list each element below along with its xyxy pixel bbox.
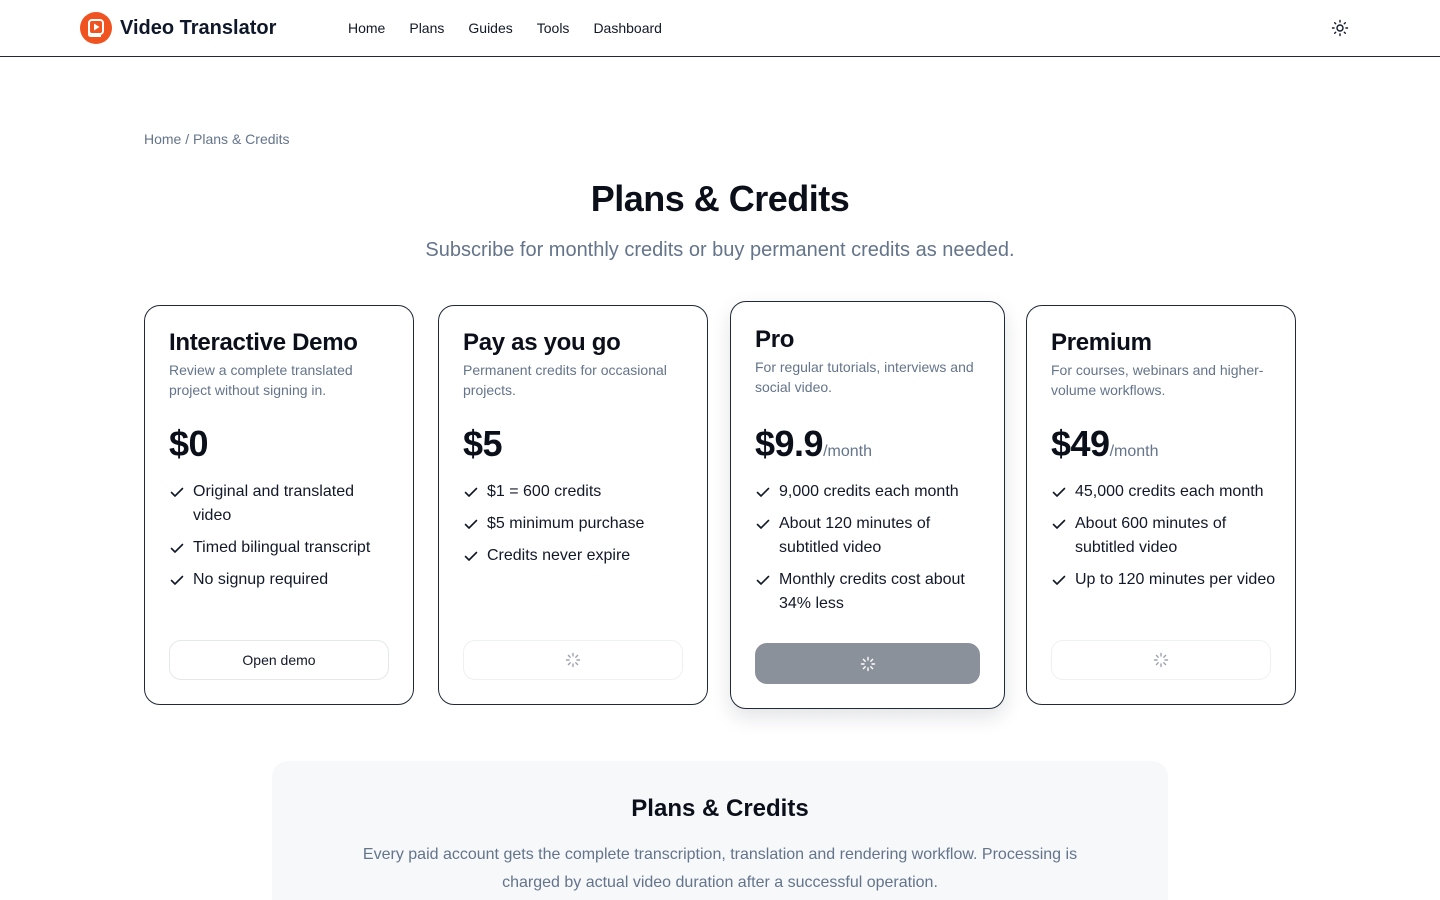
plan-description: Review a complete translated project wit… [169,362,353,398]
feature-item: Timed bilingual transcript [169,536,395,560]
check-icon [170,575,184,585]
nav-plans[interactable]: Plans [409,19,444,37]
buy-credits-button[interactable] [463,640,683,680]
plan-card-pro: Pro For regular tutorials, interviews an… [730,301,1005,709]
subscribe-premium-button[interactable] [1051,640,1271,680]
plans-info-section: Plans & Credits Every paid account gets … [272,761,1168,900]
feature-text: $1 = 600 credits [487,483,602,500]
check-icon [1052,575,1066,585]
feature-text: About 600 minutes of subtitled video [1075,515,1227,556]
plan-price-period: /month [1109,443,1159,460]
breadcrumb-separator: / [185,131,190,147]
plan-name: Interactive Demo [169,329,358,356]
logo-icon [80,12,112,44]
feature-text: Original and translated video [193,483,354,524]
plan-price: $49/month [1051,423,1159,465]
check-icon [756,575,770,585]
plan-name: Pay as you go [463,329,621,356]
feature-item: 45,000 credits each month [1051,480,1277,504]
spinner-icon [1153,652,1169,668]
plan-price-amount: $49 [1051,423,1110,464]
feature-item: About 120 minutes of subtitled video [755,512,981,560]
plan-features: $1 = 600 credits $5 minimum purchase Cre… [463,480,689,576]
check-icon [464,487,478,497]
subscribe-pro-button[interactable] [755,643,980,684]
feature-item: 9,000 credits each month [755,480,981,504]
info-title: Plans & Credits [631,795,809,822]
plan-price: $0 [169,423,209,465]
check-icon [170,487,184,497]
feature-text: Credits never expire [487,547,631,564]
breadcrumb: Home / Plans & Credits [144,131,290,147]
feature-item: Monthly credits cost about 34% less [755,568,981,616]
brand-link[interactable]: Video Translator [80,12,276,44]
feature-item: Credits never expire [463,544,689,568]
spinner-icon [565,652,581,668]
plan-price-period: /month [823,443,872,460]
feature-text: $5 minimum purchase [487,515,645,532]
plan-card-pay-as-you-go: Pay as you go Permanent credits for occa… [438,305,708,705]
feature-item: $1 = 600 credits [463,480,689,504]
nav-dashboard[interactable]: Dashboard [593,19,662,37]
feature-text: Timed bilingual transcript [193,539,371,556]
feature-text: Up to 120 minutes per video [1075,571,1276,588]
page-title: Plans & Credits [590,178,850,219]
plan-description: Permanent credits for occasional project… [463,362,667,398]
brand-name: Video Translator [120,16,277,39]
page-subtitle: Subscribe for monthly credits or buy per… [425,239,1015,261]
check-icon [464,519,478,529]
feature-item: Up to 120 minutes per video [1051,568,1277,592]
plan-features: 9,000 credits each month About 120 minut… [755,480,981,624]
theme-toggle-button[interactable] [1331,19,1349,37]
plan-description: For courses, webinars and higher-volume … [1051,362,1264,398]
plan-features: 45,000 credits each month About 600 minu… [1051,480,1277,600]
feature-item: $5 minimum purchase [463,512,689,536]
check-icon [464,551,478,561]
site-header: Video Translator Home Plans Guides Tools… [0,0,1440,57]
main-nav: Home Plans Guides Tools Dashboard [348,19,662,37]
plan-price: $9.9/month [755,423,872,465]
plan-card-premium: Premium For courses, webinars and higher… [1026,305,1296,705]
open-demo-button[interactable]: Open demo [169,640,389,680]
plan-name: Pro [755,326,795,353]
plan-card-demo: Interactive Demo Review a complete trans… [144,305,414,705]
breadcrumb-home[interactable]: Home [144,131,181,147]
check-icon [756,487,770,497]
feature-text: About 120 minutes of subtitled video [779,515,931,556]
plan-price-amount: $0 [169,423,209,464]
feature-item: Original and translated video [169,480,395,528]
check-icon [1052,487,1066,497]
info-text: Every paid account gets the complete tra… [362,846,1078,891]
check-icon [756,519,770,529]
nav-guides[interactable]: Guides [468,19,512,37]
check-icon [1052,519,1066,529]
spinner-icon [860,656,875,671]
feature-text: No signup required [193,571,329,588]
check-icon [170,543,184,553]
plan-price-amount: $5 [463,423,503,464]
nav-tools[interactable]: Tools [537,19,570,37]
feature-item: About 600 minutes of subtitled video [1051,512,1277,560]
plan-features: Original and translated video Timed bili… [169,480,395,600]
feature-item: No signup required [169,568,395,592]
sun-icon [1331,19,1349,37]
plan-price: $5 [463,423,503,465]
plan-name: Premium [1051,329,1152,356]
feature-text: 9,000 credits each month [779,483,959,500]
plan-price-amount: $9.9 [755,423,824,464]
plan-description: For regular tutorials, interviews and so… [755,359,974,395]
feature-text: 45,000 credits each month [1075,483,1264,500]
feature-text: Monthly credits cost about 34% less [779,571,965,612]
breadcrumb-current: Plans & Credits [193,131,290,147]
nav-home[interactable]: Home [348,19,385,37]
